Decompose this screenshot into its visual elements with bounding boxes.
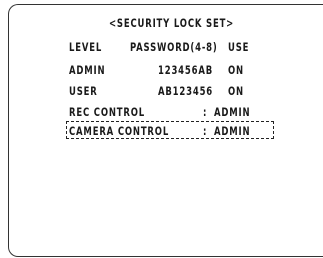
user-row-user-use[interactable]: ON — [228, 84, 244, 98]
user-row-admin-use[interactable]: ON — [228, 63, 244, 77]
user-row-user-password[interactable]: AB123456 — [158, 84, 213, 98]
user-row-admin-level: ADMIN — [69, 63, 106, 77]
rec-control-separator: : — [203, 105, 208, 119]
menu-title: <SECURITY LOCK SET> — [109, 16, 235, 30]
user-row-user-level: USER — [69, 84, 98, 98]
camera-control-separator: : — [203, 124, 208, 138]
camera-control-value[interactable]: ADMIN — [214, 124, 250, 138]
column-header-password: PASSWORD(4-8) — [130, 40, 218, 54]
camera-control-label[interactable]: CAMERA CONTROL — [69, 124, 169, 138]
column-header-use: USE — [228, 40, 250, 54]
user-row-admin-password[interactable]: 123456AB — [158, 63, 213, 77]
rec-control-label: REC CONTROL — [69, 105, 146, 119]
rec-control-value[interactable]: ADMIN — [214, 105, 250, 119]
column-header-level: LEVEL — [69, 40, 103, 54]
